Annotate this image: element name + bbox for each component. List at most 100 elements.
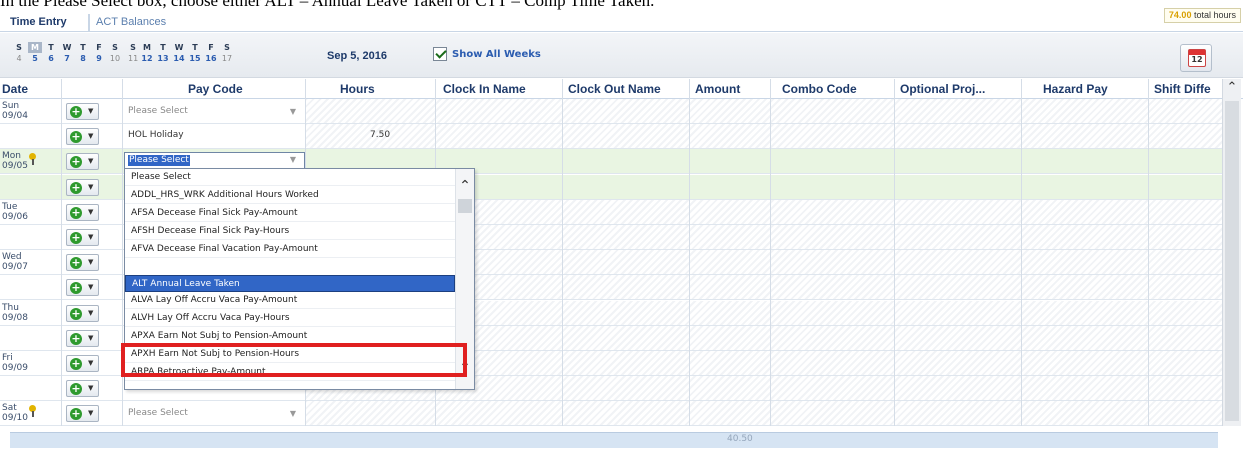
dropdown-option[interactable]: Please Select: [125, 169, 455, 186]
chevron-down-icon[interactable]: ▼: [290, 103, 296, 120]
dropdown-scroll-thumb[interactable]: [458, 199, 472, 213]
plus-circle-icon: +: [70, 155, 82, 169]
calendar-date[interactable]: 8: [76, 53, 90, 64]
chevron-down-icon[interactable]: ▼: [88, 356, 93, 371]
chevron-down-icon[interactable]: ▼: [290, 155, 296, 164]
show-all-weeks-checkbox[interactable]: [433, 47, 447, 61]
hours-value[interactable]: 7.50: [370, 130, 390, 140]
grid-scroll-thumb[interactable]: [1225, 101, 1239, 421]
col-header-hazard-pay[interactable]: Hazard Pay: [1043, 82, 1108, 96]
pay-code-value[interactable]: HOL Holiday: [128, 130, 184, 140]
pay-code-select[interactable]: Please Select ▼: [124, 405, 304, 422]
calendar-date[interactable]: 10: [108, 53, 122, 64]
pay-code-placeholder: Please Select: [128, 408, 188, 419]
chevron-down-icon[interactable]: ▼: [88, 230, 93, 245]
tab-bar: Time Entry ACT Balances: [0, 12, 1243, 32]
chevron-up-icon[interactable]: ⌃: [1223, 79, 1241, 97]
chevron-down-icon[interactable]: ▼: [88, 406, 93, 421]
dropdown-option[interactable]: AFSA Decease Final Sick Pay-Amount: [125, 205, 455, 222]
calendar-date[interactable]: 6: [44, 53, 58, 64]
row-background: [305, 124, 1222, 149]
tab-act-balances[interactable]: ACT Balances: [88, 14, 172, 32]
pay-code-select-active[interactable]: Please Select ▼: [124, 152, 305, 170]
plus-circle-icon: +: [70, 357, 82, 370]
add-entry-button[interactable]: + ▼: [66, 279, 99, 297]
col-header-shift-diff[interactable]: Shift Diffe: [1154, 82, 1220, 96]
calendar-day-header: W: [174, 43, 184, 52]
col-header-clock-in[interactable]: Clock In Name: [443, 82, 526, 96]
calendar-date[interactable]: 17: [220, 53, 234, 64]
chevron-down-icon[interactable]: ▼: [88, 255, 93, 270]
add-entry-button[interactable]: + ▼: [66, 229, 99, 246]
total-hours-value: 74.00: [1168, 10, 1192, 20]
calendar-button[interactable]: 12: [1180, 44, 1212, 72]
chevron-down-icon[interactable]: ▼: [88, 154, 93, 169]
chevron-down-icon[interactable]: ▼: [88, 306, 93, 321]
add-entry-button[interactable]: + ▼: [66, 153, 99, 171]
plus-circle-icon: +: [70, 382, 82, 396]
show-all-weeks-label: Show All Weeks: [452, 48, 541, 60]
calendar-day-header: S: [130, 43, 136, 52]
col-header-optional-proj[interactable]: Optional Proj...: [900, 82, 985, 96]
table-row: Sat 09/10 + ▼ Please Select ▼: [0, 401, 1222, 427]
calendar-date[interactable]: 12: [140, 53, 154, 64]
pay-code-select[interactable]: Please Select ▼: [124, 103, 304, 120]
dropdown-option[interactable]: ALVH Lay Off Accru Vaca Pay-Hours: [125, 310, 455, 327]
calendar-date[interactable]: 9: [92, 53, 106, 64]
grid-header: Date Pay Code Hours Clock In Name Clock …: [0, 79, 1243, 99]
chevron-down-icon[interactable]: ▼: [88, 129, 93, 144]
add-entry-button[interactable]: + ▼: [66, 103, 99, 120]
calendar-date[interactable]: 16: [204, 53, 218, 64]
add-entry-button[interactable]: + ▼: [66, 128, 99, 146]
calendar-day-header: M: [143, 43, 151, 52]
add-entry-button[interactable]: + ▼: [66, 380, 99, 398]
col-header-combo-code[interactable]: Combo Code: [782, 82, 857, 96]
add-entry-button[interactable]: + ▼: [66, 405, 99, 423]
col-header-clock-out[interactable]: Clock Out Name: [568, 82, 661, 96]
chevron-down-icon[interactable]: ▼: [88, 205, 93, 220]
calendar-date[interactable]: 5: [28, 53, 42, 64]
chevron-down-icon[interactable]: ▼: [88, 104, 93, 119]
chevron-up-icon[interactable]: ⌃: [456, 177, 474, 195]
dropdown-option[interactable]: ADDL_HRS_WRK Additional Hours Worked: [125, 187, 455, 204]
col-header-pay-code[interactable]: Pay Code: [188, 82, 243, 96]
dropdown-option[interactable]: AFVA Decease Final Vacation Pay-Amount: [125, 241, 455, 258]
calendar-date[interactable]: 11: [128, 53, 138, 64]
add-entry-button[interactable]: + ▼: [66, 203, 99, 221]
plus-circle-icon: +: [70, 256, 82, 270]
chevron-down-icon[interactable]: ▼: [88, 331, 93, 346]
chevron-down-icon[interactable]: ▼: [88, 180, 93, 195]
tab-time-entry[interactable]: Time Entry: [4, 14, 73, 32]
col-header-amount[interactable]: Amount: [695, 82, 740, 96]
calendar-date[interactable]: 13: [156, 53, 170, 64]
calendar-date[interactable]: 15: [188, 53, 202, 64]
add-entry-button[interactable]: + ▼: [66, 254, 99, 272]
caption-text: In the Please Select box, choose either …: [0, 0, 655, 10]
add-entry-button[interactable]: + ▼: [66, 304, 99, 322]
calendar-date[interactable]: 14: [172, 53, 186, 64]
col-header-date[interactable]: Date: [2, 82, 28, 96]
col-header-hours[interactable]: Hours: [340, 82, 375, 96]
show-all-weeks-toggle[interactable]: Show All Weeks: [433, 47, 541, 61]
calendar-day-header: T: [48, 43, 54, 52]
plus-circle-icon: +: [70, 205, 82, 219]
chevron-down-icon[interactable]: ▼: [290, 405, 296, 422]
calendar-date[interactable]: 7: [60, 53, 74, 64]
table-row: Sun 09/04 + ▼ Please Select ▼: [0, 99, 1222, 124]
calendar-date[interactable]: 4: [12, 53, 26, 64]
add-entry-button[interactable]: + ▼: [66, 355, 99, 372]
add-entry-button[interactable]: + ▼: [66, 178, 99, 196]
highlight-box: [121, 343, 467, 377]
dropdown-option[interactable]: ALT Annual Leave Taken: [125, 275, 455, 292]
calendar-day-header: F: [208, 43, 214, 52]
add-entry-button[interactable]: + ▼: [66, 329, 99, 347]
calendar-day-header: F: [96, 43, 102, 52]
plus-circle-icon: +: [70, 105, 82, 118]
grid-scrollbar[interactable]: ⌃: [1222, 79, 1241, 426]
chevron-down-icon[interactable]: ▼: [88, 381, 93, 396]
dropdown-option[interactable]: AFSH Decease Final Sick Pay-Hours: [125, 223, 455, 240]
chevron-down-icon[interactable]: ▼: [88, 280, 93, 295]
row-date: Tue 09/06: [2, 201, 28, 222]
calendar-day-header: T: [80, 43, 86, 52]
dropdown-option[interactable]: ALVA Lay Off Accru Vaca Pay-Amount: [125, 292, 455, 309]
